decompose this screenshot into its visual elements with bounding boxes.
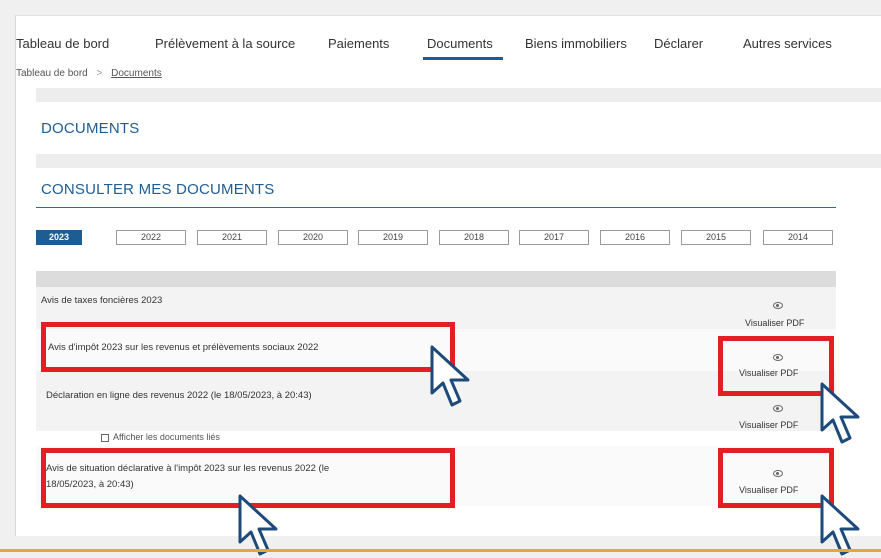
year-tab-2022[interactable]: 2022 (116, 230, 186, 245)
year-tab-2016[interactable]: 2016 (600, 230, 670, 245)
document-label: Déclaration en ligne des revenus 2022 (l… (46, 390, 312, 401)
document-label: Avis de taxes foncières 2023 (41, 295, 163, 306)
view-pdf-link[interactable]: Visualiser PDF (739, 420, 798, 430)
highlight-box-avis-impot (41, 322, 455, 372)
nav-paiements[interactable]: Paiements (328, 36, 389, 51)
linked-documents-toggle[interactable]: Afficher les documents liés (101, 432, 220, 442)
cursor-arrow-icon (430, 345, 470, 407)
nav-prelevement-source[interactable]: Prélèvement à la source (155, 36, 295, 51)
year-tab-2021[interactable]: 2021 (197, 230, 267, 245)
eye-icon[interactable] (773, 405, 783, 412)
footer-accent-line (0, 549, 881, 552)
section-band (36, 154, 881, 168)
checkbox-icon[interactable] (101, 433, 109, 442)
linked-documents-label: Afficher les documents liés (113, 432, 220, 442)
year-tab-2014[interactable]: 2014 (763, 230, 833, 245)
breadcrumb-separator: > (96, 68, 103, 79)
header-band (36, 88, 881, 102)
eye-icon[interactable] (773, 302, 783, 309)
nav-biens-immobiliers[interactable]: Biens immobiliers (525, 36, 627, 51)
year-tab-2017[interactable]: 2017 (519, 230, 589, 245)
page-title: DOCUMENTS (41, 120, 140, 137)
breadcrumb-current[interactable]: Documents (111, 68, 162, 79)
year-tab-2020[interactable]: 2020 (278, 230, 348, 245)
section-divider (36, 207, 836, 208)
view-pdf-link[interactable]: Visualiser PDF (745, 318, 804, 328)
active-tab-indicator (423, 57, 503, 60)
nav-tableau-de-bord[interactable]: Tableau de bord (16, 36, 109, 51)
breadcrumb: Tableau de bord > Documents (16, 68, 162, 79)
year-tab-2023[interactable]: 2023 (36, 230, 82, 245)
nav-autres-services[interactable]: Autres services (743, 36, 832, 51)
highlight-box-pdf-avis-situation (718, 448, 834, 508)
year-tab-2018[interactable]: 2018 (439, 230, 509, 245)
highlight-box-pdf-avis-impot (718, 336, 834, 396)
year-tab-2019[interactable]: 2019 (358, 230, 428, 245)
year-tab-2015[interactable]: 2015 (681, 230, 751, 245)
nav-declarer[interactable]: Déclarer (654, 36, 703, 51)
nav-documents[interactable]: Documents (427, 36, 493, 51)
documents-table-header (36, 271, 836, 287)
cursor-arrow-icon (820, 382, 860, 444)
breadcrumb-home[interactable]: Tableau de bord (16, 68, 88, 79)
section-title: CONSULTER MES DOCUMENTS (41, 181, 275, 198)
